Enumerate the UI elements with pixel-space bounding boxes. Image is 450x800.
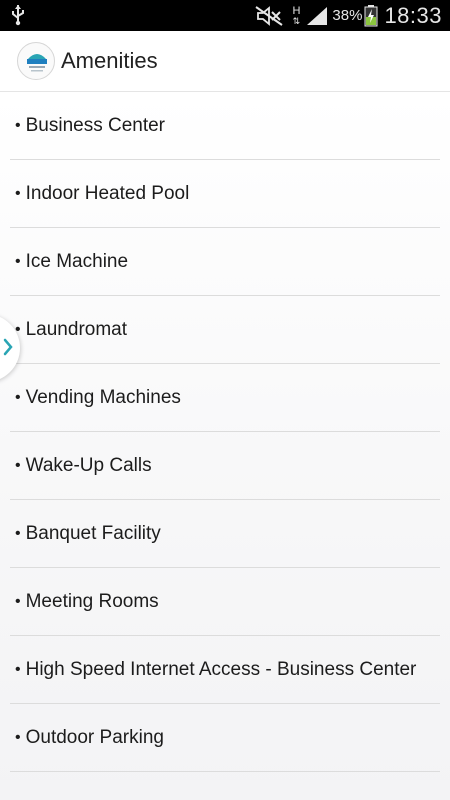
bullet: • — [15, 660, 21, 678]
list-item[interactable]: • Meeting Rooms — [10, 568, 440, 636]
bullet: • — [15, 592, 21, 610]
hotel-logo[interactable] — [17, 42, 55, 80]
amenities-content: • Business Center • Indoor Heated Pool • Ice … — [0, 92, 450, 800]
list-item-label: Vending Machines — [25, 386, 181, 408]
usb-icon — [12, 5, 24, 26]
signal-icon — [307, 6, 328, 25]
amenities-list: • Business Center • Indoor Heated Pool • Ice … — [0, 92, 450, 772]
chevron-right-icon — [3, 338, 13, 356]
list-item-label: Laundromat — [25, 318, 128, 340]
page-title: Amenities — [61, 48, 158, 73]
list-item-label: Wake-Up Calls — [25, 454, 152, 476]
logo-icon — [27, 54, 47, 72]
list-item-label: Banquet Facility — [25, 522, 161, 544]
list-item-label: Outdoor Parking — [25, 726, 164, 748]
bullet: • — [15, 728, 21, 746]
bullet: • — [15, 184, 21, 202]
list-item-label: Indoor Heated Pool — [25, 182, 190, 204]
list-item[interactable]: • Wake-Up Calls — [10, 432, 440, 500]
list-item[interactable]: • Indoor Heated Pool — [10, 160, 440, 228]
list-item[interactable]: • Vending Machines — [10, 364, 440, 432]
status-bar: H ⇅ 38% 18:33 — [0, 0, 450, 31]
list-item-label: High Speed Internet Access - Business Ce… — [25, 658, 417, 680]
list-item[interactable]: • Banquet Facility — [10, 500, 440, 568]
list-item[interactable]: • Ice Machine — [10, 228, 440, 296]
bullet: • — [15, 116, 21, 134]
app-bar: Amenities — [0, 31, 450, 92]
list-item[interactable]: • Business Center — [10, 92, 440, 160]
list-item[interactable]: • Laundromat — [10, 296, 440, 364]
network-type-label: H ⇅ — [292, 4, 301, 26]
clock: 18:33 — [384, 2, 442, 28]
bullet: • — [15, 456, 21, 474]
list-item-label: Ice Machine — [25, 250, 129, 272]
muted-icon — [255, 5, 284, 26]
list-item[interactable]: • Outdoor Parking — [10, 704, 440, 772]
bullet: • — [15, 524, 21, 542]
bullet: • — [15, 388, 21, 406]
battery-percent: 38% — [332, 7, 363, 24]
bullet: • — [15, 252, 21, 270]
list-item-label: Business Center — [25, 114, 166, 136]
battery-charging-icon — [364, 4, 378, 26]
list-item-label: Meeting Rooms — [25, 590, 159, 612]
list-item[interactable]: • High Speed Internet Access - Business C… — [10, 636, 440, 704]
